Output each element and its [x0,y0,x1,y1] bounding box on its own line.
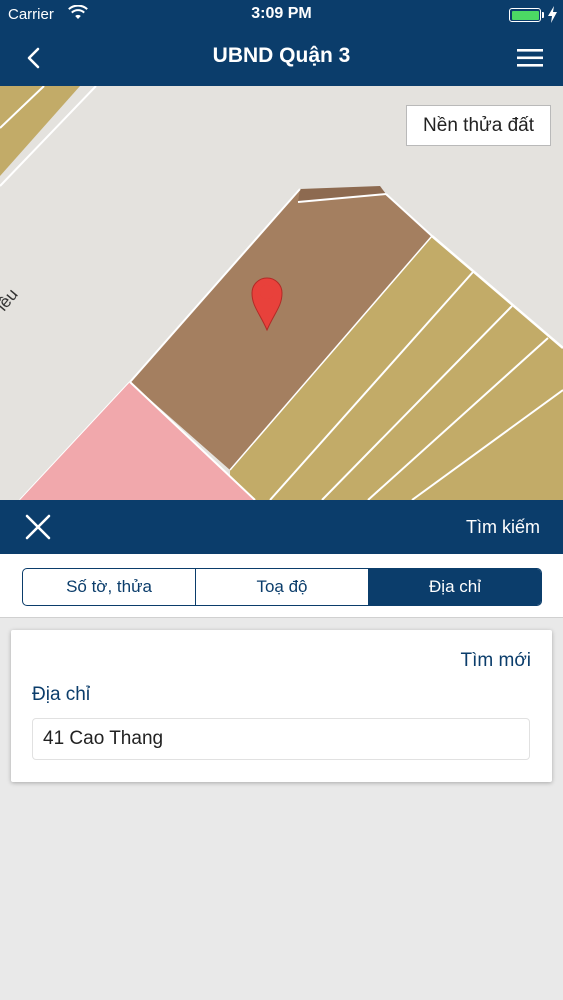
hamburger-menu-icon[interactable] [515,44,545,72]
battery-cap [542,12,544,18]
nav-bar: UBND Quận 3 [0,30,563,86]
street-label: iều [0,285,22,315]
page-title: UBND Quận 3 [212,44,351,67]
back-chevron-icon[interactable] [20,44,48,72]
cadastral-map[interactable]: iều Nền thửa đất [0,86,563,500]
parcel-layer-button[interactable]: Nền thửa đất [406,105,551,146]
close-icon[interactable] [24,513,52,541]
status-bar: Carrier 3:09 PM [0,0,563,30]
clock: 3:09 PM [251,5,312,22]
address-input[interactable]: 41 Cao Thang [32,718,530,760]
search-panel-title: Tìm kiếm [466,517,540,537]
tab-coordinates[interactable]: Toạ độ [196,569,369,605]
search-mode-tabs-area: Số tờ, thửa Toạ độ Địa chỉ [0,554,563,618]
charging-bolt-icon [548,6,557,28]
battery-icon [509,8,541,22]
tab-address[interactable]: Địa chỉ [369,569,541,605]
address-search-card: Tìm mới Địa chỉ 41 Cao Thang [11,630,552,782]
search-panel-header: Tìm kiếm [0,500,563,554]
tab-sheet-parcel[interactable]: Số tờ, thửa [23,569,196,605]
search-mode-segmented-control: Số tờ, thửa Toạ độ Địa chỉ [22,568,542,606]
new-search-button[interactable]: Tìm mới [461,650,532,672]
address-label: Địa chỉ [32,684,91,705]
